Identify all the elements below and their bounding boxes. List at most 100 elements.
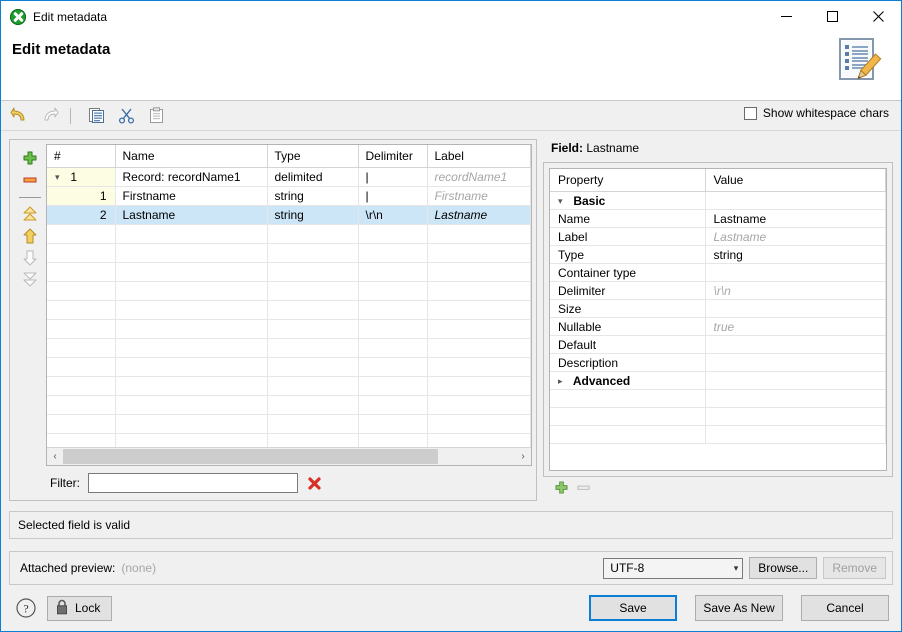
property-value-cell[interactable] xyxy=(705,191,886,210)
property-value-cell[interactable] xyxy=(705,299,886,318)
column-header-[interactable]: # xyxy=(47,145,116,168)
row-name-cell[interactable]: Firstname xyxy=(115,186,268,206)
copy-icon[interactable] xyxy=(84,104,108,128)
row-delimiter-cell[interactable]: | xyxy=(358,167,428,187)
empty-cell xyxy=(427,262,531,282)
chevron-down-icon[interactable]: ▾ xyxy=(558,196,570,207)
browse-button[interactable]: Browse... xyxy=(749,557,818,579)
filter-row: Filter: xyxy=(10,466,536,500)
row-label-cell[interactable]: Lastname xyxy=(427,205,531,225)
maximize-button[interactable] xyxy=(809,1,855,32)
save-button[interactable]: Save xyxy=(589,595,677,621)
empty-cell xyxy=(47,433,116,447)
undo-icon[interactable] xyxy=(7,104,31,128)
lock-button[interactable]: Lock xyxy=(47,595,113,621)
minimize-button[interactable] xyxy=(763,1,809,32)
property-value-cell[interactable]: \r\n xyxy=(705,281,886,300)
property-value-cell[interactable]: string xyxy=(705,245,886,264)
empty-cell xyxy=(115,357,268,377)
property-value-cell[interactable] xyxy=(705,371,886,390)
attached-preview-value: (none) xyxy=(121,561,157,575)
move-top-button[interactable] xyxy=(19,204,41,224)
show-whitespace-checkbox[interactable]: Show whitespace chars xyxy=(743,106,889,120)
help-question-icon[interactable]: ? xyxy=(15,597,37,619)
property-value-cell[interactable] xyxy=(705,263,886,282)
property-value-cell[interactable]: true xyxy=(705,317,886,336)
table-empty-row xyxy=(47,300,531,320)
property-row[interactable]: Size xyxy=(550,299,886,318)
property-row[interactable]: Description xyxy=(550,353,886,372)
property-grid-box: Property Value ▾ Basic Name Lastname Label L… xyxy=(549,168,887,471)
property-name-cell: Delimiter xyxy=(550,281,706,300)
empty-cell xyxy=(358,433,428,447)
move-bottom-button xyxy=(19,270,41,290)
cancel-button[interactable]: Cancel xyxy=(801,595,889,621)
clear-filter-icon[interactable] xyxy=(306,475,322,491)
scroll-right-arrow[interactable]: › xyxy=(515,451,531,462)
row-type-cell[interactable]: delimited xyxy=(267,167,359,187)
property-row[interactable]: Nullable true xyxy=(550,317,886,336)
property-row[interactable]: Container type xyxy=(550,263,886,282)
table-empty-row xyxy=(47,281,531,301)
column-header-delimiter[interactable]: Delimiter xyxy=(358,145,428,168)
add-property-button[interactable] xyxy=(555,481,568,497)
property-row[interactable]: ▾ Basic xyxy=(550,191,886,210)
lock-label: Lock xyxy=(75,601,101,615)
empty-cell xyxy=(47,395,116,415)
scroll-track[interactable] xyxy=(63,448,515,465)
fields-horizontal-scrollbar[interactable]: ‹ › xyxy=(47,447,531,465)
empty-cell xyxy=(47,281,116,301)
fields-table-body: ▾ 1 Record: recordName1 delimited | recordNa… xyxy=(47,167,531,447)
property-row[interactable]: Default xyxy=(550,335,886,354)
property-grid-wrapper: Property Value ▾ Basic Name Lastname Label L… xyxy=(543,162,893,477)
row-type-cell[interactable]: string xyxy=(267,186,359,206)
encoding-select[interactable]: UTF-8 ▾ xyxy=(603,557,744,579)
property-row[interactable]: Delimiter \r\n xyxy=(550,281,886,300)
property-row[interactable]: Type string xyxy=(550,245,886,264)
scroll-left-arrow[interactable]: ‹ xyxy=(47,451,63,462)
property-value-cell[interactable] xyxy=(705,335,886,354)
chevron-down-icon[interactable]: ▾ xyxy=(55,172,67,183)
column-header-name[interactable]: Name xyxy=(115,145,268,168)
table-row[interactable]: 2 Lastname string \r\n Lastname xyxy=(47,205,531,225)
cut-icon[interactable] xyxy=(114,104,138,128)
show-whitespace-label: Show whitespace chars xyxy=(762,106,889,120)
property-value-cell[interactable] xyxy=(705,353,886,372)
empty-cell xyxy=(427,300,531,320)
property-group-label: ▸ Advanced xyxy=(550,371,706,390)
row-delimiter-cell[interactable]: | xyxy=(358,186,428,206)
row-label-cell[interactable]: Firstname xyxy=(427,186,531,206)
row-delimiter-cell[interactable]: \r\n xyxy=(358,205,428,225)
checkbox-box[interactable] xyxy=(743,106,757,120)
scroll-thumb[interactable] xyxy=(63,449,439,464)
remove-field-button[interactable] xyxy=(19,170,41,190)
empty-cell xyxy=(358,319,428,339)
property-value-cell[interactable]: Lastname xyxy=(705,209,886,228)
padlock-icon xyxy=(55,599,69,618)
row-label-cell[interactable]: recordName1 xyxy=(427,167,531,187)
column-header-label[interactable]: Label xyxy=(427,145,531,168)
chevron-right-icon[interactable]: ▸ xyxy=(558,376,570,387)
save-as-new-button[interactable]: Save As New xyxy=(695,595,783,621)
property-name-cell: Description xyxy=(550,353,706,372)
column-header-type[interactable]: Type xyxy=(267,145,359,168)
property-value-cell[interactable]: Lastname xyxy=(705,227,886,246)
table-row[interactable]: ▾ 1 Record: recordName1 delimited | recordNa… xyxy=(47,167,531,187)
table-row[interactable]: 1 Firstname string | Firstname xyxy=(47,186,531,206)
empty-cell xyxy=(358,357,428,377)
property-grid-body: ▾ Basic Name Lastname Label Lastname Type str… xyxy=(550,191,886,444)
property-grid: Property Value ▾ Basic Name Lastname Label L… xyxy=(550,169,886,444)
property-row[interactable]: ▸ Advanced xyxy=(550,371,886,390)
add-field-button[interactable] xyxy=(19,148,41,168)
empty-cell xyxy=(427,281,531,301)
row-type-cell[interactable]: string xyxy=(267,205,359,225)
filter-input[interactable] xyxy=(88,473,298,493)
empty-cell xyxy=(267,414,359,434)
property-row[interactable]: Name Lastname xyxy=(550,209,886,228)
move-up-button[interactable] xyxy=(19,226,41,246)
row-name-cell[interactable]: Lastname xyxy=(115,205,268,225)
close-button[interactable] xyxy=(855,1,901,32)
empty-cell xyxy=(115,300,268,320)
property-row[interactable]: Label Lastname xyxy=(550,227,886,246)
row-name-cell[interactable]: Record: recordName1 xyxy=(115,167,268,187)
